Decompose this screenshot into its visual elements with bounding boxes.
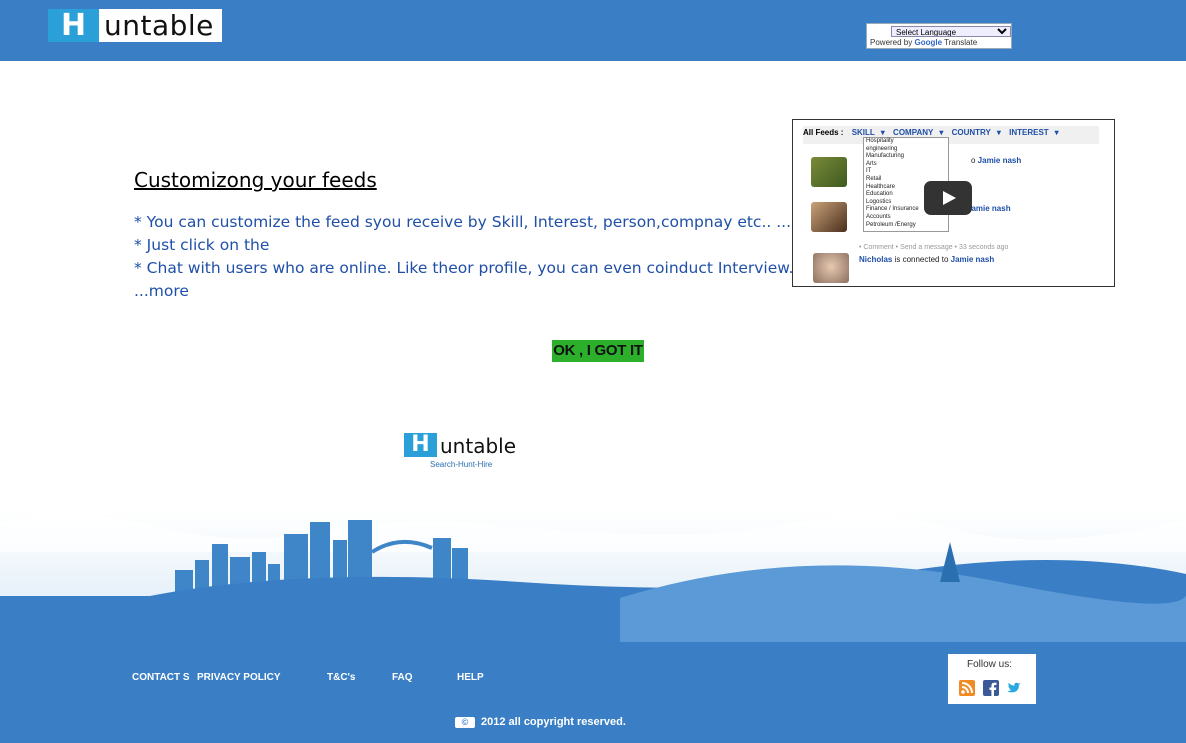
powered-by-google: Powered by Google Translate bbox=[870, 38, 977, 47]
huntable-brand-logo: H untable Search-Hunt-Hire bbox=[404, 433, 517, 473]
feature-bullets: * You can customize the feed syou receiv… bbox=[134, 211, 793, 303]
google-label[interactable]: Google bbox=[914, 38, 942, 47]
skill-option: engineering bbox=[866, 145, 898, 152]
skill-option: Accounts bbox=[866, 213, 891, 220]
brand-tagline: Search-Hunt-Hire bbox=[430, 460, 493, 469]
feed-row-3-target: Jamie nash bbox=[950, 255, 995, 264]
rss-icon[interactable] bbox=[959, 680, 975, 696]
bullet-customize: * You can customize the feed syou receiv… bbox=[134, 213, 792, 231]
bullet-click: * Just click on the bbox=[134, 236, 270, 254]
ok-got-it-button[interactable]: OK , I GOT IT bbox=[552, 340, 644, 362]
feeds-filter-bar: All Feeds : SKILL ▾ COMPANY ▾ COUNTRY ▾ INT… bbox=[803, 126, 1099, 144]
feed-row-3-name: Nicholas bbox=[859, 255, 893, 264]
filter-company: COMPANY bbox=[893, 128, 934, 137]
twitter-icon[interactable] bbox=[1006, 680, 1022, 696]
brand-h-box: H bbox=[404, 433, 437, 457]
page-title: Customizong your feeds bbox=[134, 168, 377, 192]
logo-text: untable bbox=[104, 9, 214, 42]
footer-link-privacy[interactable]: PRIVACY POLICY bbox=[197, 672, 281, 683]
google-translate-widget: Select Language Powered by Google Transl… bbox=[866, 23, 1012, 49]
translate-label: Translate bbox=[944, 38, 978, 47]
powered-by-label: Powered by bbox=[870, 38, 913, 47]
skill-option: Petroleum /Energy bbox=[866, 221, 916, 228]
filter-skill: SKILL bbox=[851, 128, 875, 137]
bullet-chat: * Chat with users who are online. Like t… bbox=[134, 259, 794, 277]
play-icon[interactable] bbox=[924, 181, 972, 215]
copyright-line: © 2012 all copyright reserved. bbox=[455, 716, 626, 728]
language-select[interactable]: Select Language bbox=[891, 26, 1011, 37]
chevron-down-icon: ▾ bbox=[880, 128, 885, 137]
user-photo-thumbnail bbox=[813, 253, 849, 283]
feed-row-3-text: Nicholas is connected to Jamie nash bbox=[859, 255, 994, 264]
tutorial-video[interactable]: All Feeds : SKILL ▾ COMPANY ▾ COUNTRY ▾ INT… bbox=[792, 119, 1115, 287]
footer-link-tnc[interactable]: T&C's bbox=[327, 672, 356, 683]
user-photo-thumbnail bbox=[811, 157, 847, 187]
header-bar: H untable Select Language Powered by Goo… bbox=[0, 0, 1186, 61]
footer: CONTACT S PRIVACY POLICY T&C's FAQ HELP … bbox=[0, 642, 1186, 743]
huntable-logo[interactable]: H untable bbox=[48, 8, 222, 43]
follow-us-label: Follow us: bbox=[967, 659, 1013, 670]
filter-country: COUNTRY bbox=[951, 128, 991, 137]
brand-text: untable bbox=[440, 434, 517, 458]
user-photo-thumbnail bbox=[811, 202, 847, 232]
city-skyline-illustration bbox=[0, 512, 1186, 642]
footer-link-contact[interactable]: CONTACT S bbox=[132, 672, 190, 683]
facebook-icon[interactable] bbox=[983, 680, 999, 696]
feed-row-1-target: Jamie nash bbox=[977, 156, 1022, 165]
footer-link-faq[interactable]: FAQ bbox=[392, 672, 413, 683]
feed-row-3-action: is connected to bbox=[894, 255, 949, 264]
skill-option: Manufacturing bbox=[866, 153, 905, 160]
feed-row-2-target: Jamie nash bbox=[967, 204, 1011, 213]
logo-h-box: H bbox=[48, 8, 99, 43]
chevron-down-icon: ▾ bbox=[996, 128, 1001, 137]
more-link[interactable]: ...more bbox=[134, 280, 793, 303]
filter-interest: INTEREST bbox=[1009, 128, 1049, 137]
skill-option: Hospitality bbox=[866, 138, 894, 144]
skill-option: Arts bbox=[866, 160, 877, 167]
feed-row-1-text: o Jamie nash bbox=[971, 156, 1022, 165]
copyright-text: 2012 all copyright reserved. bbox=[481, 716, 626, 728]
chevron-down-icon: ▾ bbox=[939, 128, 944, 137]
all-feeds-label: All Feeds : bbox=[803, 128, 844, 137]
feed-meta: • Comment • Send a message • 33 seconds … bbox=[859, 244, 1009, 251]
feed-row-2-text: Jamie nash bbox=[967, 204, 1011, 213]
skill-option: IT bbox=[866, 168, 872, 175]
follow-us-box: Follow us: bbox=[948, 654, 1036, 704]
copyright-icon: © bbox=[455, 716, 475, 728]
chevron-down-icon: ▾ bbox=[1054, 128, 1059, 137]
footer-link-help[interactable]: HELP bbox=[457, 672, 484, 683]
